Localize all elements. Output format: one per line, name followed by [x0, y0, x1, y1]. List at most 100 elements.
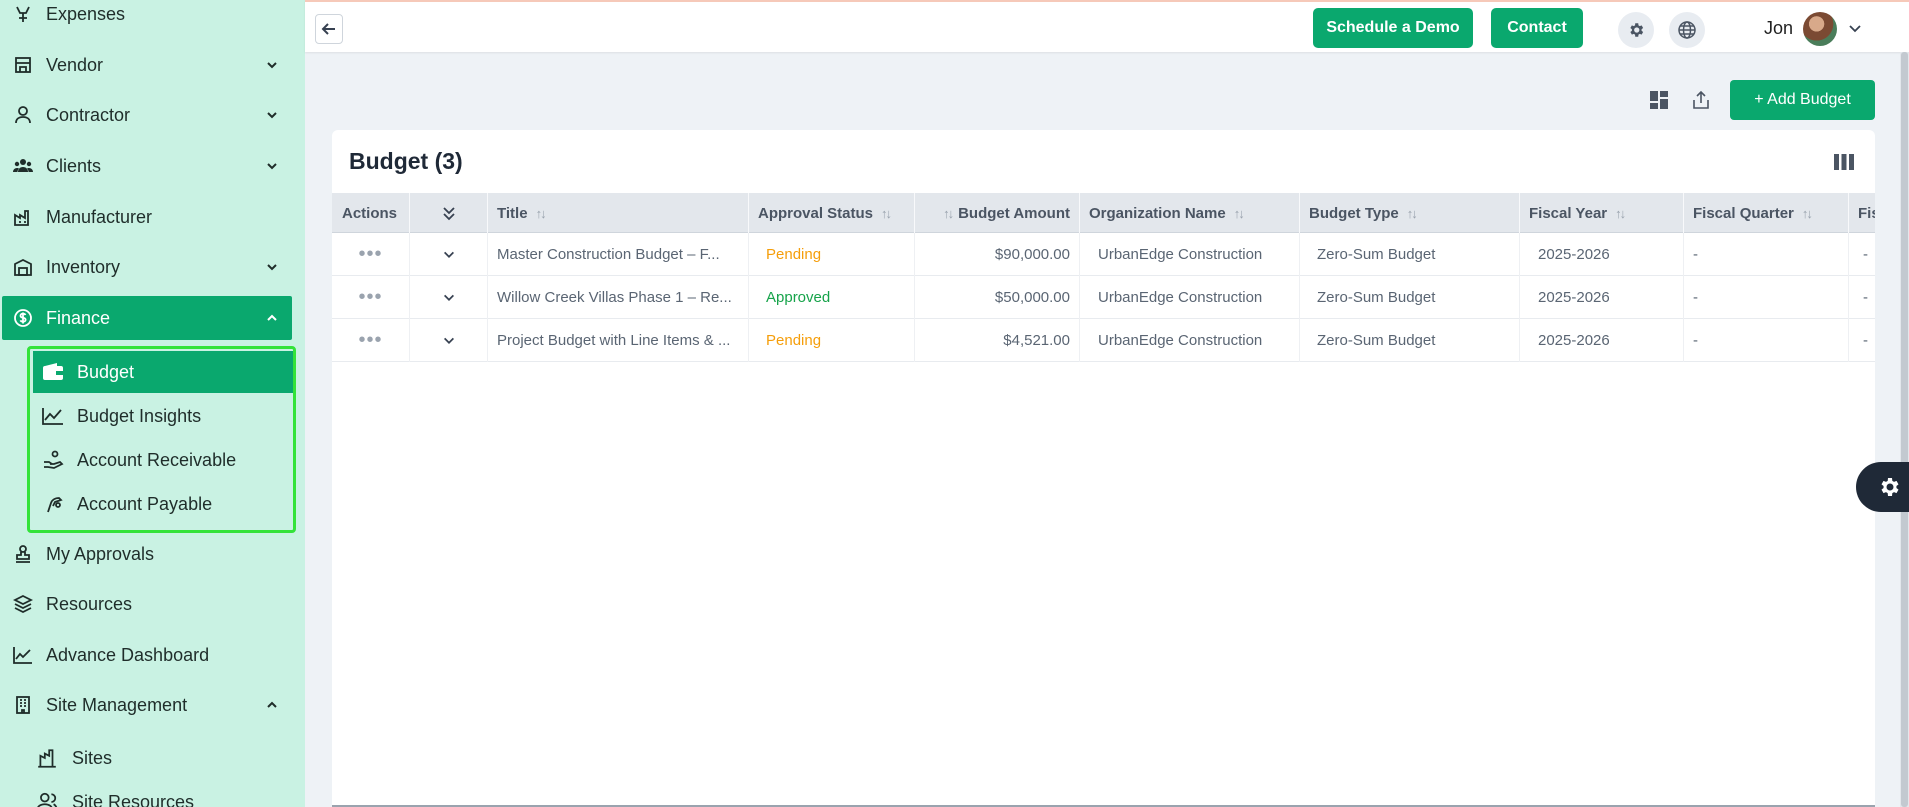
- chevron-down-icon: [267, 112, 277, 119]
- row-expand-button[interactable]: [410, 233, 488, 276]
- cell-organization: UrbanEdge Construction: [1080, 276, 1300, 319]
- sidebar-subitem-site-resources[interactable]: Site Resources: [36, 782, 194, 807]
- more-horizontal-icon: •••: [358, 286, 383, 308]
- app-window: Expenses Vendor Contractor Clients Manuf…: [0, 0, 1909, 807]
- row-actions-button[interactable]: •••: [332, 276, 410, 319]
- building-icon: [12, 694, 34, 716]
- settings-button[interactable]: [1618, 12, 1654, 48]
- schedule-demo-button[interactable]: Schedule a Demo: [1313, 8, 1473, 48]
- sort-icon[interactable]: ↑↓: [536, 206, 547, 221]
- sidebar-item-label: Inventory: [46, 256, 121, 277]
- sidebar-item-inventory[interactable]: Inventory: [2, 245, 292, 289]
- add-budget-button[interactable]: + Add Budget: [1730, 80, 1875, 120]
- cell-budget-type: Zero-Sum Budget: [1300, 319, 1520, 362]
- chevron-up-icon: [267, 314, 277, 321]
- row-expand-button[interactable]: [410, 276, 488, 319]
- sidebar-item-manufacturer[interactable]: Manufacturer: [2, 195, 292, 239]
- header-budget-amount[interactable]: ↑↓ Budget Amount: [915, 193, 1080, 233]
- header-fiscal-quarter[interactable]: Fiscal Quarter ↑↓: [1684, 193, 1849, 233]
- table-row[interactable]: ••• Master Construction Budget – F... Pe…: [332, 233, 1875, 276]
- row-actions-button[interactable]: •••: [332, 233, 410, 276]
- people-icon: [36, 791, 58, 807]
- expand-all-button[interactable]: [410, 193, 488, 233]
- contact-button[interactable]: Contact: [1491, 8, 1583, 48]
- sidebar-item-label: Manufacturer: [46, 206, 153, 227]
- sidebar-subitem-budget[interactable]: Budget: [33, 351, 293, 393]
- cell-next: -: [1863, 289, 1868, 306]
- sidebar-item-contractor[interactable]: Contractor: [2, 93, 292, 137]
- sidebar-item-resources[interactable]: Resources: [2, 582, 292, 626]
- sidebar-item-label: Site Management: [46, 694, 188, 715]
- sidebar-item-my-approvals[interactable]: My Approvals: [2, 532, 292, 576]
- cell-fiscal-quarter: -: [1684, 233, 1849, 276]
- more-horizontal-icon: •••: [358, 243, 383, 265]
- row-actions-button[interactable]: •••: [332, 319, 410, 362]
- sidebar-item-vendor[interactable]: Vendor: [2, 43, 292, 87]
- cell-budget-type: Zero-Sum Budget: [1300, 276, 1520, 319]
- cell-fiscal-year: 2025-2026: [1520, 319, 1684, 362]
- scrollbar-thumb[interactable]: [1901, 52, 1908, 807]
- sidebar-item-expenses[interactable]: Expenses: [2, 0, 292, 36]
- chevron-down-icon[interactable]: [1847, 20, 1863, 36]
- header-approval-status[interactable]: Approval Status ↑↓: [749, 193, 915, 233]
- sidebar-subitem-budget-insights[interactable]: Budget Insights: [33, 395, 293, 437]
- sort-icon[interactable]: ↑↓: [881, 206, 892, 221]
- header-next-column[interactable]: Fis: [1849, 193, 1875, 233]
- site-icon: [36, 747, 58, 769]
- sort-icon[interactable]: ↑↓: [1407, 206, 1418, 221]
- sidebar-item-label: Clients: [46, 155, 102, 176]
- sidebar-subitem-account-payable[interactable]: Account Payable: [33, 483, 293, 525]
- sort-icon[interactable]: ↑↓: [1234, 206, 1245, 221]
- sidebar-item-label: My Approvals: [46, 543, 155, 564]
- stamp-icon: [12, 543, 34, 565]
- back-button[interactable]: [315, 14, 343, 44]
- cell-title[interactable]: Project Budget with Line Items & ...: [488, 319, 749, 362]
- header-budget-type[interactable]: Budget Type ↑↓: [1300, 193, 1520, 233]
- cell-budget-type: Zero-Sum Budget: [1300, 233, 1520, 276]
- chevron-down-icon: [267, 163, 277, 170]
- table-row[interactable]: ••• Project Budget with Line Items & ...…: [332, 319, 1875, 362]
- sidebar-item-clients[interactable]: Clients: [2, 144, 292, 188]
- user-name[interactable]: Jon: [1764, 18, 1793, 39]
- globe-icon: [1678, 21, 1696, 39]
- avatar[interactable]: [1803, 12, 1837, 46]
- sidebar-item-label: Vendor: [46, 54, 104, 75]
- export-button[interactable]: [1689, 88, 1713, 112]
- header-organization-name[interactable]: Organization Name ↑↓: [1080, 193, 1300, 233]
- dashboard-view-button[interactable]: [1647, 88, 1671, 112]
- cell-budget-amount: $90,000.00: [915, 233, 1080, 276]
- floating-settings-button[interactable]: [1856, 462, 1909, 512]
- sidebar-subitem-label: Account Payable: [77, 493, 213, 514]
- sidebar: Expenses Vendor Contractor Clients Manuf…: [0, 0, 305, 807]
- header-title[interactable]: Title ↑↓: [488, 193, 749, 233]
- sort-icon[interactable]: ↑↓: [1802, 206, 1813, 221]
- cell-title[interactable]: Willow Creek Villas Phase 1 – Re...: [488, 276, 749, 319]
- header-actions: Actions: [332, 193, 410, 233]
- wallet-icon: [41, 361, 65, 383]
- sidebar-item-finance[interactable]: Finance: [2, 296, 292, 340]
- row-expand-button[interactable]: [410, 319, 488, 362]
- person-icon: [12, 104, 34, 126]
- chevron-up-icon: [267, 701, 277, 708]
- chevron-down-icon: [443, 251, 454, 258]
- sidebar-item-label: Contractor: [46, 104, 131, 125]
- sidebar-subitem-sites[interactable]: Sites: [36, 738, 112, 778]
- cell-title[interactable]: Master Construction Budget – F...: [488, 233, 749, 276]
- sidebar-item-site-management[interactable]: Site Management: [2, 683, 292, 727]
- gear-icon: [1630, 23, 1644, 37]
- columns-icon[interactable]: [1833, 152, 1855, 172]
- status-badge: Approved: [749, 276, 915, 319]
- chart-line-icon: [12, 644, 34, 666]
- cell-fiscal-quarter: -: [1684, 276, 1849, 319]
- table-row[interactable]: ••• Willow Creek Villas Phase 1 – Re... …: [332, 276, 1875, 319]
- sidebar-subitem-account-receivable[interactable]: Account Receivable: [33, 439, 293, 481]
- header-fiscal-year[interactable]: Fiscal Year ↑↓: [1520, 193, 1684, 233]
- sort-icon[interactable]: ↑↓: [1615, 206, 1626, 221]
- dollar-circle-icon: [12, 307, 34, 329]
- sort-icon[interactable]: ↑↓: [943, 206, 954, 221]
- language-button[interactable]: [1669, 12, 1705, 48]
- cell-fiscal-quarter: -: [1684, 319, 1849, 362]
- finance-submenu: Budget Budget Insights Account Receivabl…: [27, 346, 296, 533]
- cell-fiscal-year: 2025-2026: [1520, 276, 1684, 319]
- sidebar-item-advance-dashboard[interactable]: Advance Dashboard: [2, 633, 292, 677]
